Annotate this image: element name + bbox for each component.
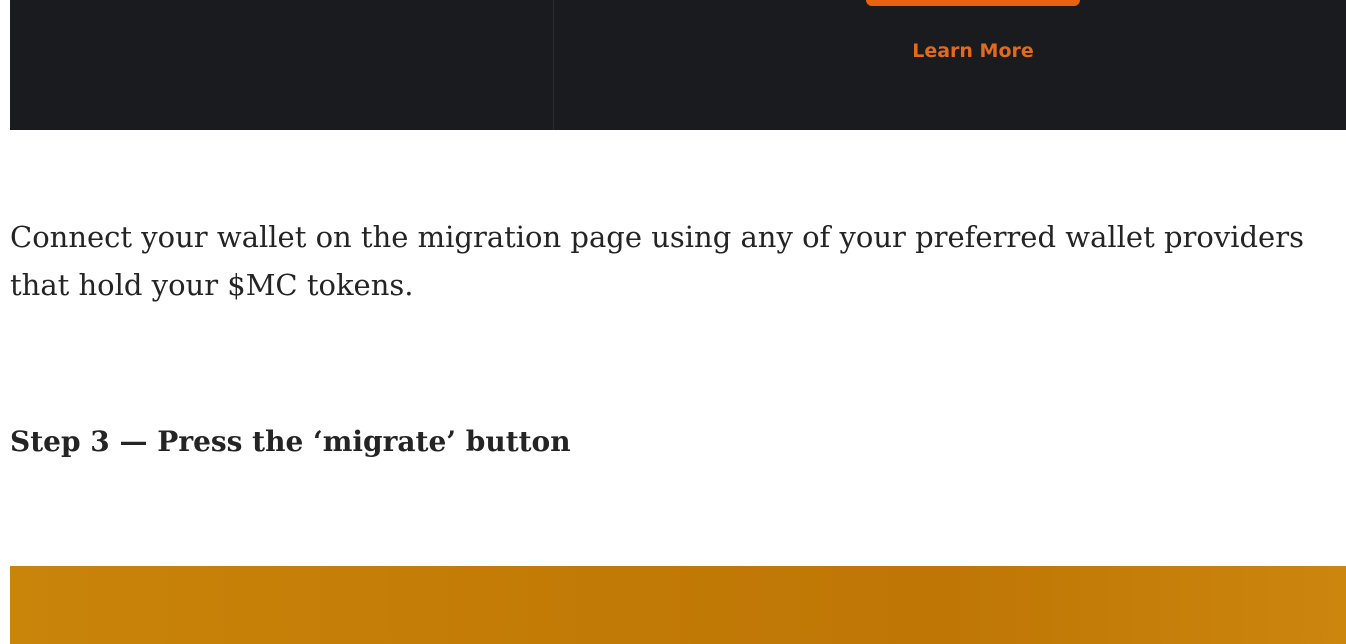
- embedded-screenshot-dark: Learn More: [10, 0, 1346, 130]
- embedded-screenshot-orange: [10, 566, 1346, 644]
- step-heading: Step 3 — Press the ‘migrate’ button: [10, 425, 571, 458]
- orange-action-button[interactable]: [866, 0, 1080, 6]
- body-paragraph: Connect your wallet on the migration pag…: [10, 220, 1304, 302]
- panel-divider: [553, 0, 554, 130]
- learn-more-link[interactable]: Learn More: [866, 40, 1080, 62]
